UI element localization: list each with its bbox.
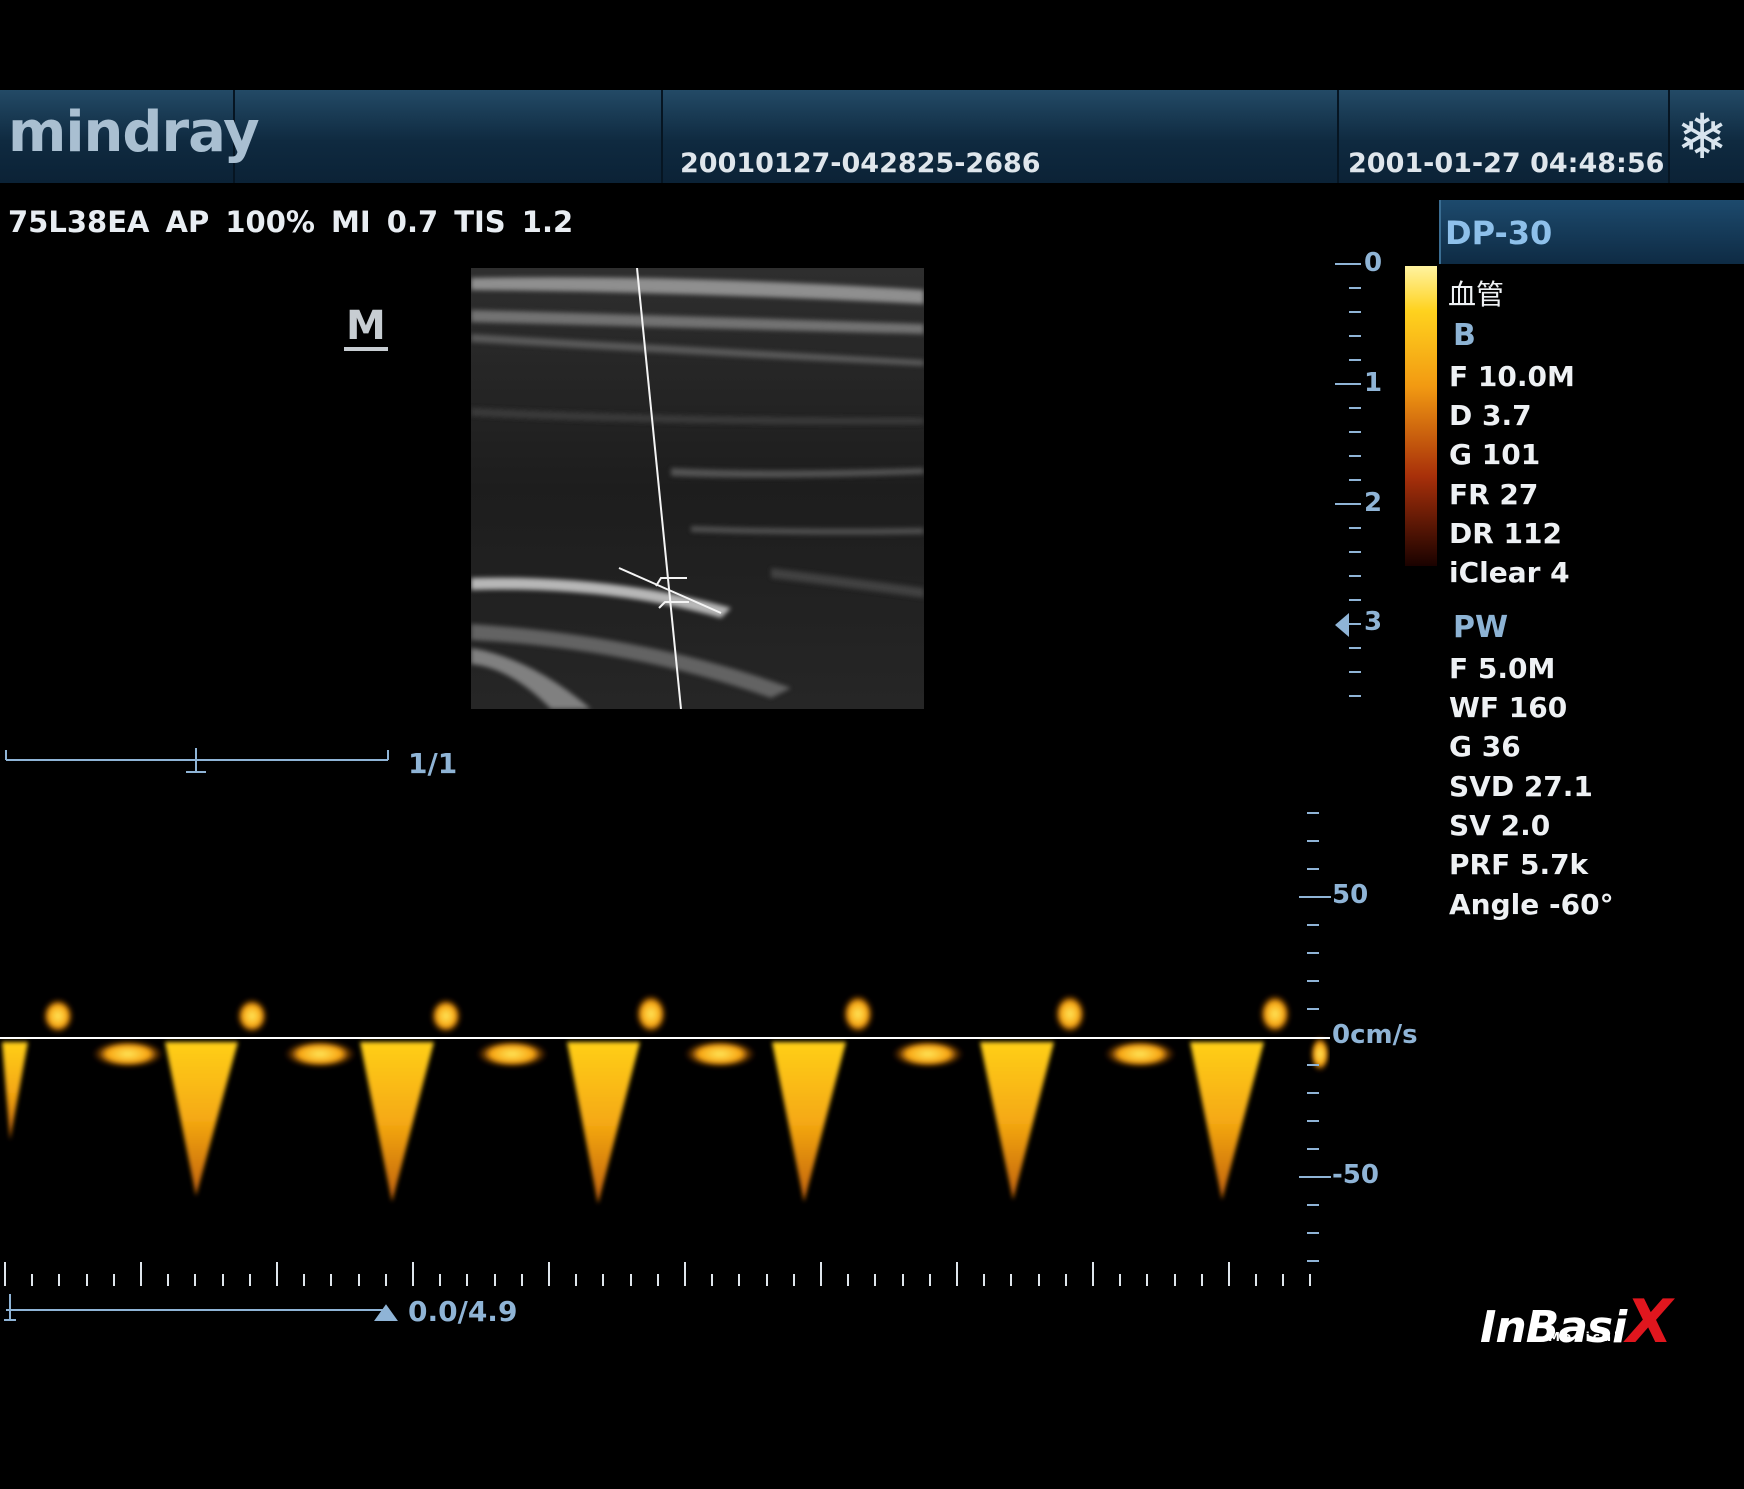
watermark-sub: Medical (1548, 1330, 1622, 1344)
focus-marker-icon[interactable] (1335, 613, 1349, 637)
doppler-spectrum (0, 994, 1330, 1204)
depth-scale (1335, 263, 1361, 697)
divider (661, 90, 663, 183)
pw-param: Angle -60° (1449, 888, 1614, 921)
preset-name: DP-30 (1445, 214, 1553, 252)
datetime: 2001-01-27 04:48:56 (1348, 148, 1665, 179)
b-param: iClear 4 (1449, 556, 1570, 589)
brand-logo: mindray (8, 100, 260, 165)
b-param: DR 112 (1449, 517, 1562, 550)
velocity-scale (1299, 812, 1331, 1262)
watermark-logo: InBasiX (1480, 1287, 1672, 1357)
time-axis (4, 1262, 1311, 1286)
image-slider[interactable] (0, 742, 400, 782)
divider (1337, 90, 1339, 183)
pw-param: F 5.0M (1449, 652, 1556, 685)
pw-param: SV 2.0 (1449, 809, 1551, 842)
depth-label: 0 (1364, 248, 1383, 278)
velocity-label: 50 (1332, 880, 1369, 910)
patient-id: 20010127-042825-2686 (680, 148, 1041, 179)
pw-param: G 36 (1449, 730, 1521, 763)
pw-param: PRF 5.7k (1449, 848, 1589, 881)
probe-info: 75L38EA AP 100% MI 0.7 TIS 1.2 (8, 205, 574, 239)
b-param: G 101 (1449, 438, 1541, 471)
time-range-label: 0.0/4.9 (408, 1295, 518, 1328)
pw-param: WF 160 (1449, 691, 1568, 724)
depth-label: 3 (1364, 607, 1383, 637)
pw-mode-label: PW (1453, 610, 1509, 645)
orientation-marker: M (344, 303, 388, 351)
velocity-label: 0cm/s (1332, 1020, 1418, 1050)
pw-param: SVD 27.1 (1449, 770, 1593, 803)
velocity-label: -50 (1332, 1160, 1379, 1190)
exam-type: 血管 (1448, 278, 1505, 311)
b-param: F 10.0M (1449, 360, 1575, 393)
b-mode-image[interactable] (471, 268, 924, 709)
b-param: D 3.7 (1449, 399, 1532, 432)
b-mode-label: B (1453, 318, 1476, 353)
snowflake-icon[interactable]: ❄ (1676, 100, 1728, 173)
b-param: FR 27 (1449, 478, 1539, 511)
time-slider[interactable] (0, 1290, 400, 1330)
image-frame-label: 1/1 (408, 747, 458, 780)
depth-label: 1 (1364, 368, 1383, 398)
doppler-color-bar (1405, 266, 1437, 566)
divider (1668, 90, 1670, 183)
depth-label: 2 (1364, 488, 1383, 518)
